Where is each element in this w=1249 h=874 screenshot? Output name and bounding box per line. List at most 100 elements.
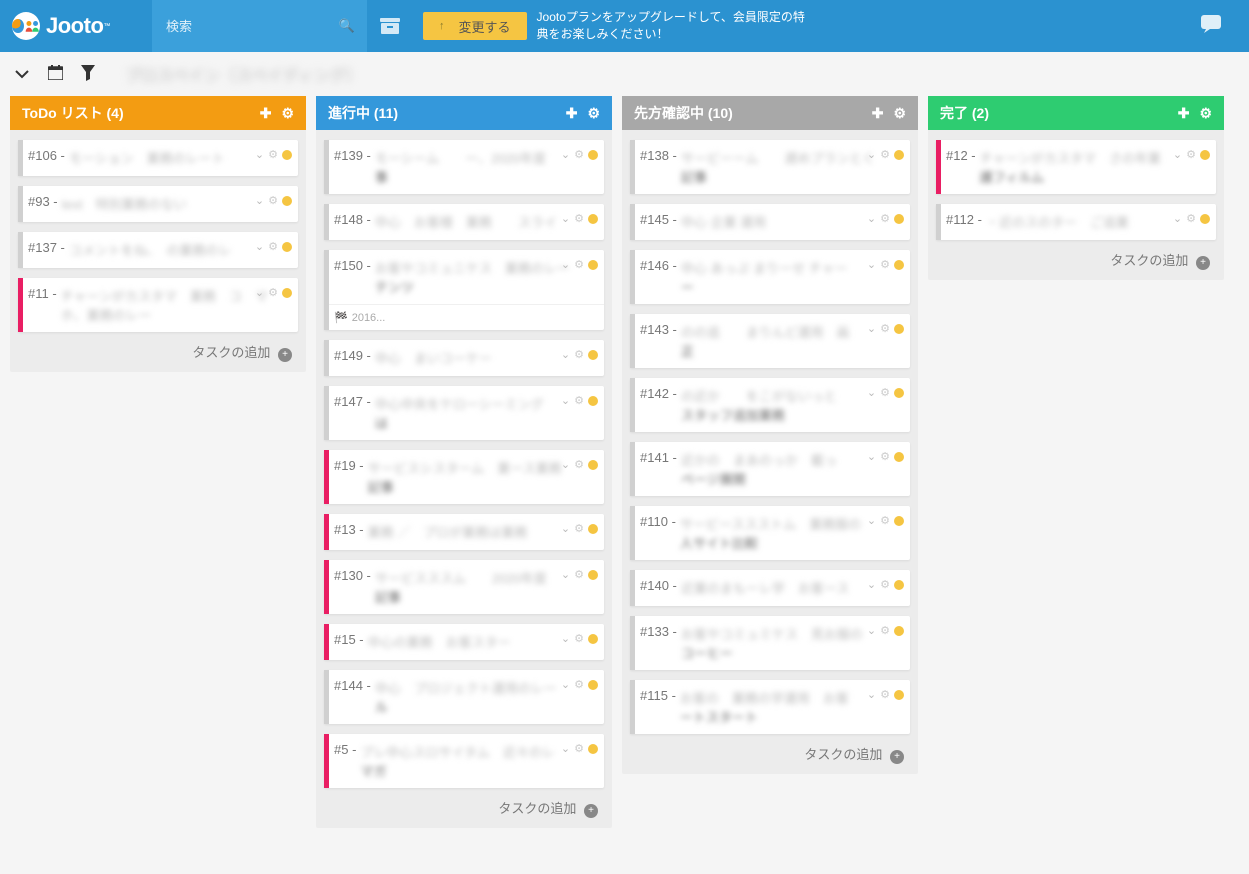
list-settings-icon[interactable]: ⚙	[281, 105, 294, 122]
gear-icon[interactable]: ⚙	[574, 348, 584, 361]
chevron-down-icon[interactable]: ⌄	[867, 258, 876, 271]
task-card[interactable]: #143 - のの追 まりんど運用 画 正⌄⚙	[630, 314, 910, 368]
task-card[interactable]: #106 - モーション 業務のレート⌄⚙	[18, 140, 298, 176]
gear-icon[interactable]: ⚙	[880, 624, 890, 637]
list-settings-icon[interactable]: ⚙	[1199, 105, 1212, 122]
chevron-down-icon[interactable]: ⌄	[1173, 148, 1182, 161]
task-card[interactable]: #112 - ・近のスのター ご追業⌄⚙	[936, 204, 1216, 240]
chevron-down-icon[interactable]: ⌄	[867, 688, 876, 701]
chevron-down-icon[interactable]: ⌄	[867, 148, 876, 161]
chevron-down-icon[interactable]: ⌄	[867, 450, 876, 463]
gear-icon[interactable]: ⚙	[880, 514, 890, 527]
add-task-button[interactable]: タスクの追加 +	[316, 788, 612, 828]
gear-icon[interactable]: ⚙	[574, 678, 584, 691]
gear-icon[interactable]: ⚙	[574, 148, 584, 161]
expand-icon[interactable]	[14, 66, 30, 82]
gear-icon[interactable]: ⚙	[574, 458, 584, 471]
gear-icon[interactable]: ⚙	[268, 194, 278, 207]
chevron-down-icon[interactable]: ⌄	[561, 568, 570, 581]
chevron-down-icon[interactable]: ⌄	[561, 148, 570, 161]
task-card[interactable]: #138 - サービーーム 遅めプランとく記事⌄⚙	[630, 140, 910, 194]
task-card[interactable]: #11 - チャーンがカスタマ 業務 コ マホ、業務のレー⌄⚙	[18, 278, 298, 332]
task-card[interactable]: #145 - 中心 企業 運用⌄⚙	[630, 204, 910, 240]
gear-icon[interactable]: ⚙	[880, 148, 890, 161]
chevron-down-icon[interactable]: ⌄	[561, 348, 570, 361]
gear-icon[interactable]: ⚙	[1186, 212, 1196, 225]
chevron-down-icon[interactable]: ⌄	[255, 240, 264, 253]
chevron-down-icon[interactable]: ⌄	[867, 578, 876, 591]
gear-icon[interactable]: ⚙	[880, 212, 890, 225]
archive-icon[interactable]	[367, 18, 413, 34]
task-card[interactable]: #115 - お客の 業務の学運用 お客ートスタート⌄⚙	[630, 680, 910, 734]
chat-icon[interactable]	[1173, 15, 1249, 38]
task-card[interactable]: #133 - お客やコミュミケス 見お服のコーヒー⌄⚙	[630, 616, 910, 670]
chevron-down-icon[interactable]: ⌄	[561, 212, 570, 225]
gear-icon[interactable]: ⚙	[574, 742, 584, 755]
task-card[interactable]: #144 - 中心 プロジェクト運用のレール⌄⚙	[324, 670, 604, 724]
task-card[interactable]: #15 - 中心の業務 お客スター⌄⚙	[324, 624, 604, 660]
add-task-button[interactable]: タスクの追加 +	[928, 240, 1224, 280]
task-card[interactable]: #148 - 中心 お客様 業務 スライ⌄⚙	[324, 204, 604, 240]
chevron-down-icon[interactable]: ⌄	[867, 212, 876, 225]
gear-icon[interactable]: ⚙	[574, 258, 584, 271]
gear-icon[interactable]: ⚙	[574, 568, 584, 581]
search-input[interactable]	[152, 0, 332, 52]
add-task-button[interactable]: タスクの追加 +	[10, 332, 306, 372]
task-card[interactable]: #12 - チャーンがカスタマ さの年業護フィルム⌄⚙	[936, 140, 1216, 194]
chevron-down-icon[interactable]: ⌄	[1173, 212, 1182, 225]
add-card-icon[interactable]: ✚	[260, 105, 272, 122]
add-card-icon[interactable]: ✚	[1178, 105, 1190, 122]
chevron-down-icon[interactable]: ⌄	[867, 322, 876, 335]
chevron-down-icon[interactable]: ⌄	[867, 386, 876, 399]
gear-icon[interactable]: ⚙	[880, 258, 890, 271]
chevron-down-icon[interactable]: ⌄	[561, 742, 570, 755]
chevron-down-icon[interactable]: ⌄	[561, 678, 570, 691]
calendar-icon[interactable]	[48, 65, 63, 83]
chevron-down-icon[interactable]: ⌄	[561, 522, 570, 535]
task-card[interactable]: #147 - 中心中央をケローシーミングは⌄⚙	[324, 386, 604, 440]
chevron-down-icon[interactable]: ⌄	[255, 148, 264, 161]
gear-icon[interactable]: ⚙	[880, 450, 890, 463]
gear-icon[interactable]: ⚙	[880, 688, 890, 701]
chevron-down-icon[interactable]: ⌄	[255, 194, 264, 207]
gear-icon[interactable]: ⚙	[268, 286, 278, 299]
add-card-icon[interactable]: ✚	[872, 105, 884, 122]
task-card[interactable]: #149 - 中心 まいコーケー⌄⚙	[324, 340, 604, 376]
chevron-down-icon[interactable]: ⌄	[561, 394, 570, 407]
task-card[interactable]: #150 - お客やコミュニケス 業務のレーテンツ⌄⚙🏁2016...	[324, 250, 604, 330]
chevron-down-icon[interactable]: ⌄	[867, 514, 876, 527]
task-card[interactable]: #137 - コメントをね、 の業務のレ⌄⚙	[18, 232, 298, 268]
task-card[interactable]: #19 - サービスシスターム 業ース業務記事⌄⚙	[324, 450, 604, 504]
gear-icon[interactable]: ⚙	[574, 212, 584, 225]
chevron-down-icon[interactable]: ⌄	[867, 624, 876, 637]
task-card[interactable]: #5 - プレ中心スロサイタム 近々のレマガ⌄⚙	[324, 734, 604, 788]
chevron-down-icon[interactable]: ⌄	[255, 286, 264, 299]
gear-icon[interactable]: ⚙	[880, 386, 890, 399]
task-card[interactable]: #139 - モーシーム ー、2020年度事⌄⚙	[324, 140, 604, 194]
gear-icon[interactable]: ⚙	[574, 522, 584, 535]
filter-icon[interactable]	[81, 65, 95, 84]
add-task-button[interactable]: タスクの追加 +	[622, 734, 918, 774]
task-card[interactable]: #141 - 近かの まあのっか 載っページ展開⌄⚙	[630, 442, 910, 496]
upgrade-button[interactable]: ↑ 変更する	[423, 12, 527, 40]
chevron-down-icon[interactable]: ⌄	[561, 458, 570, 471]
task-card[interactable]: #110 - サービーススストム 業務服の人サイト比較⌄⚙	[630, 506, 910, 560]
gear-icon[interactable]: ⚙	[880, 578, 890, 591]
chevron-down-icon[interactable]: ⌄	[561, 632, 570, 645]
gear-icon[interactable]: ⚙	[268, 148, 278, 161]
add-card-icon[interactable]: ✚	[566, 105, 578, 122]
task-card[interactable]: #13 - 業務 ／ プロが業務は業務⌄⚙	[324, 514, 604, 550]
search-icon[interactable]: 🔍	[339, 18, 355, 34]
task-card[interactable]: #142 - の近か をこがないっとスタッフ追加業務⌄⚙	[630, 378, 910, 432]
task-card[interactable]: #93 - text 特別業務のない⌄⚙	[18, 186, 298, 222]
gear-icon[interactable]: ⚙	[880, 322, 890, 335]
gear-icon[interactable]: ⚙	[574, 394, 584, 407]
gear-icon[interactable]: ⚙	[1186, 148, 1196, 161]
logo[interactable]: Jooto™	[0, 0, 152, 52]
task-card[interactable]: #140 - 近業のまもーレ学 お客ース⌄⚙	[630, 570, 910, 606]
task-card[interactable]: #130 - サービスススム 2020年度記事⌄⚙	[324, 560, 604, 614]
list-settings-icon[interactable]: ⚙	[893, 105, 906, 122]
list-settings-icon[interactable]: ⚙	[587, 105, 600, 122]
chevron-down-icon[interactable]: ⌄	[561, 258, 570, 271]
gear-icon[interactable]: ⚙	[574, 632, 584, 645]
